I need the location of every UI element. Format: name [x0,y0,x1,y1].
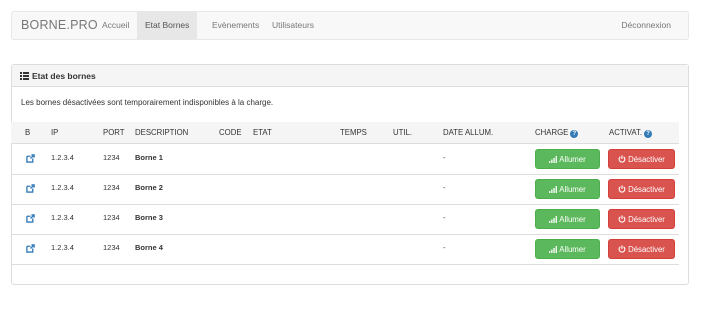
table-header: B IP PORT DESCRIPTION CODE ETAT TEMPS UT… [11,122,679,144]
header-description: DESCRIPTION [135,128,189,137]
header-port: PORT [103,128,125,137]
desactiver-label: Désactiver [628,215,665,224]
desactiver-button[interactable]: Désactiver [608,149,675,169]
header-util: UTIL. [393,128,413,137]
logout-link[interactable]: Déconnexion [613,12,679,39]
cell-ip: 1.2.3.4 [51,213,74,222]
table-row: 1.2.3.4 1234 Borne 3 - Allumer Désactiver [11,205,679,235]
cell-description: Borne 2 [135,183,163,192]
cell-date-allum: - [443,183,446,192]
cell-port: 1234 [103,153,120,162]
cell-port: 1234 [103,213,120,222]
allumer-label: Allumer [559,245,586,254]
nav-item-accueil[interactable]: Accueil [94,12,137,39]
cell-date-allum: - [443,243,446,252]
signal-icon [549,185,559,194]
cell-ip: 1.2.3.4 [51,153,74,162]
cell-date-allum: - [443,213,446,222]
allumer-button[interactable]: Allumer [535,149,600,169]
external-link-icon[interactable] [26,150,35,168]
nav-item-evenements[interactable]: Evènements [204,12,267,39]
table-row: 1.2.3.4 1234 Borne 1 - Allumer Désactiver [11,145,679,175]
external-link-icon[interactable] [26,210,35,228]
desactiver-button[interactable]: Désactiver [608,179,675,199]
cell-date-allum: - [443,153,446,162]
cell-ip: 1.2.3.4 [51,243,74,252]
signal-icon [549,155,559,164]
signal-icon [549,215,559,224]
allumer-label: Allumer [559,215,586,224]
nav-item-utilisateurs[interactable]: Utilisateurs [264,12,322,39]
navbar: BORNE.PRO Accueil Etat Bornes Evènements… [11,11,689,40]
header-b: B [25,128,31,137]
cell-description: Borne 1 [135,153,163,162]
desactiver-label: Désactiver [628,185,665,194]
power-icon [618,215,628,224]
cell-description: Borne 3 [135,213,163,222]
cell-description: Borne 4 [135,243,163,252]
allumer-button[interactable]: Allumer [535,209,600,229]
header-date-allum: DATE ALLUM. [443,128,494,137]
power-icon [618,155,628,164]
table-row: 1.2.3.4 1234 Borne 2 - Allumer Désactiver [11,175,679,205]
panel-intro-text: Les bornes désactivées sont temporaireme… [21,98,274,107]
desactiver-button[interactable]: Désactiver [608,239,675,259]
table-row: 1.2.3.4 1234 Borne 4 - Allumer Désactiver [11,235,679,265]
nav-item-etat-bornes[interactable]: Etat Bornes [137,12,198,39]
header-charge: CHARGE? [535,122,579,144]
panel-title: Etat des bornes [32,71,96,81]
allumer-label: Allumer [559,155,586,164]
help-icon[interactable]: ? [570,130,579,138]
desactiver-label: Désactiver [628,245,665,254]
header-temps: TEMPS [340,128,367,137]
help-icon[interactable]: ? [644,130,653,138]
list-icon [20,66,29,88]
header-code: CODE [219,128,242,137]
allumer-button[interactable]: Allumer [535,179,600,199]
allumer-label: Allumer [559,185,586,194]
header-ip: IP [51,128,59,137]
cell-ip: 1.2.3.4 [51,183,74,192]
panel-heading: Etat des bornes [12,65,688,87]
desactiver-label: Désactiver [628,155,665,164]
header-etat: ETAT [253,128,272,137]
cell-port: 1234 [103,183,120,192]
allumer-button[interactable]: Allumer [535,239,600,259]
external-link-icon[interactable] [26,180,35,198]
header-activat: ACTIVAT.? [609,122,653,144]
signal-icon [549,245,559,254]
power-icon [618,245,628,254]
desactiver-button[interactable]: Désactiver [608,209,675,229]
brand-logo[interactable]: BORNE.PRO [21,18,98,32]
power-icon [618,185,628,194]
cell-port: 1234 [103,243,120,252]
external-link-icon[interactable] [26,240,35,258]
